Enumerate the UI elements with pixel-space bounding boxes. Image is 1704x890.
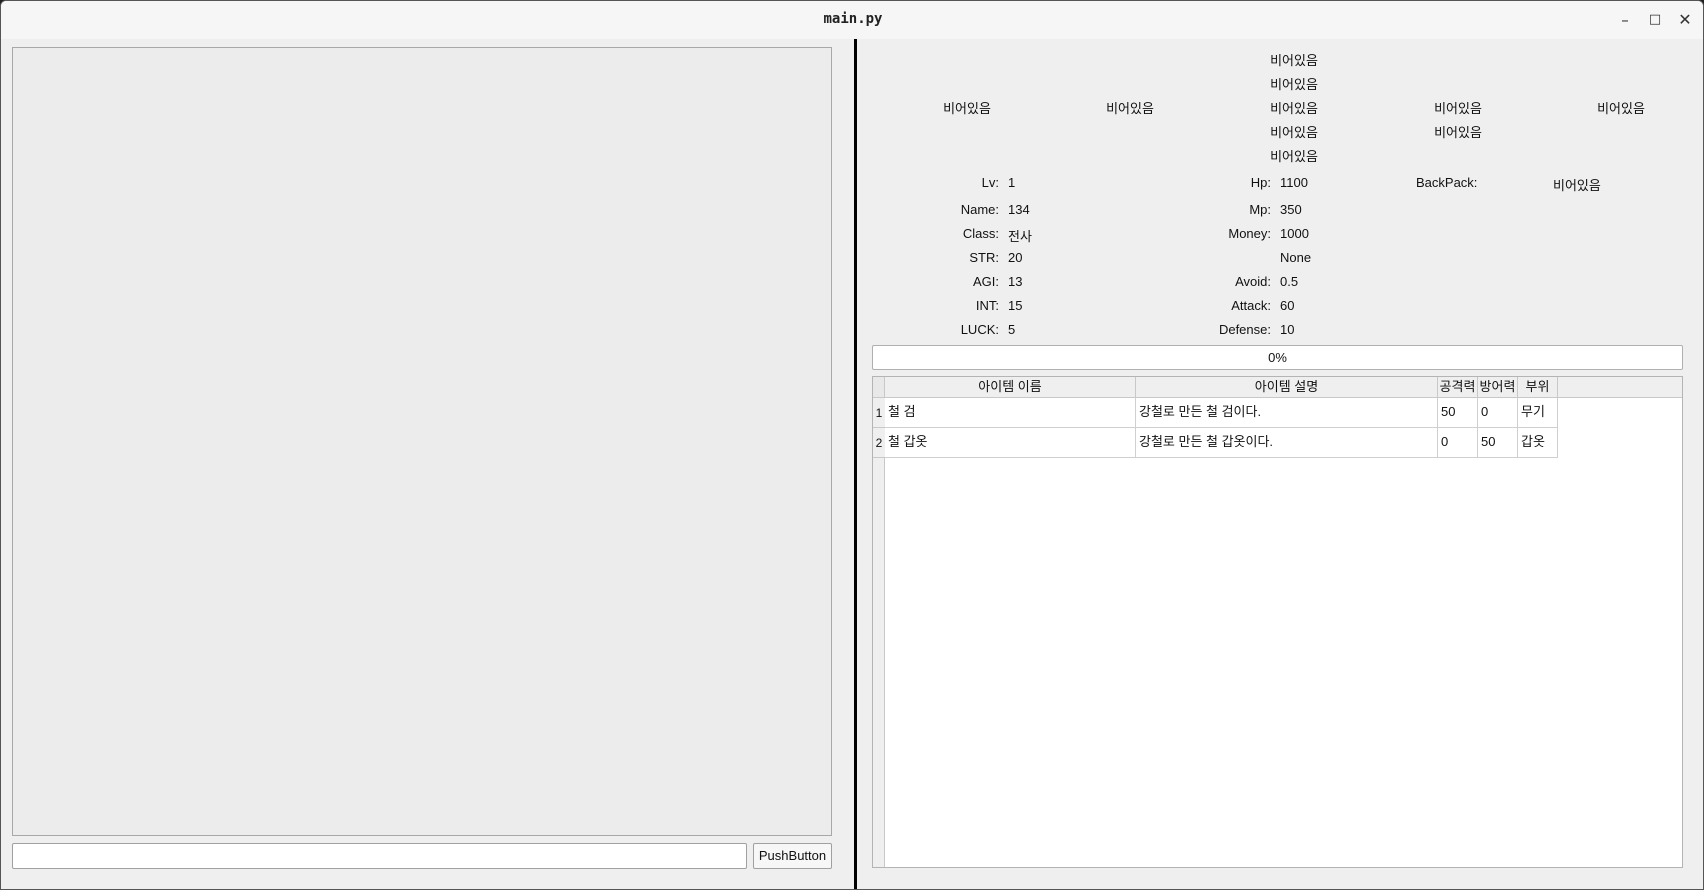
equip-slot-3c: 비어있음 [1270,101,1318,116]
items-table[interactable]: 아이템 이름 아이템 설명 공격력 방어력 부위 1 철 검 강철로 만든 철 … [872,376,1683,868]
attack-value: 60 [1280,298,1295,313]
backpack-label: BackPack: [1416,175,1478,190]
row-header-column [873,398,885,867]
table-cell[interactable]: 0 [1438,428,1478,458]
left-pane: PushButton [1,39,854,889]
lv-label: Lv: [981,175,999,190]
row-header[interactable]: 2 [873,428,885,458]
column-header-item-desc[interactable]: 아이템 설명 [1136,377,1438,398]
name-label: Name: [960,202,999,217]
money-value: 1000 [1280,226,1309,241]
equip-slot-2: 비어있음 [1106,101,1154,116]
equip-slot-3a: 비어있음 [1270,53,1318,68]
equip-slot-5: 비어있음 [1597,101,1645,116]
command-input[interactable] [12,843,747,869]
game-log-view[interactable] [12,47,832,836]
agi-label: AGI: [972,274,999,289]
equip-slot-4b: 비어있음 [1434,125,1482,140]
int-value: 15 [1008,298,1023,313]
backpack-value: 비어있음 [1553,178,1601,193]
money-label: Money: [1228,226,1271,241]
maximize-icon[interactable]: □ [1643,9,1667,31]
mp-label: Mp: [1249,202,1271,217]
column-header-slot[interactable]: 부위 [1518,377,1558,398]
table-cell[interactable]: 무기 [1518,398,1558,428]
row-header[interactable]: 1 [873,398,885,428]
defense-value: 10 [1280,322,1295,337]
hp-label: Hp: [1250,175,1271,190]
header-filler [1558,377,1682,398]
int-label: INT: [975,298,999,313]
luck-label: LUCK: [960,322,999,337]
avoid-value: 0.5 [1280,274,1299,289]
extra-value: None [1280,250,1312,265]
table-cell[interactable]: 철 갑옷 [885,428,1136,458]
close-icon[interactable]: ✕ [1673,9,1697,31]
hp-value: 1100 [1280,175,1308,190]
lv-value: 1 [1008,175,1016,190]
character-panel: 비어있음 비어있음 비어있음 비어있음 비어있음 비어있음 비어있음 비어있음 … [857,39,1703,889]
exp-progress-bar: 0% [872,345,1683,370]
agi-value: 13 [1008,274,1023,289]
equip-slot-1: 비어있음 [943,101,991,116]
luck-value: 5 [1008,322,1016,337]
avoid-label: Avoid: [1235,274,1271,289]
defense-label: Defense: [1218,322,1271,337]
table-cell[interactable]: 철 검 [885,398,1136,428]
class-value: 전사 [1008,229,1032,244]
table-cell[interactable]: 갑옷 [1518,428,1558,458]
str-value: 20 [1008,250,1023,265]
name-value: 134 [1008,202,1030,217]
equip-slot-3e: 비어있음 [1270,149,1318,164]
column-header-item-name[interactable]: 아이템 이름 [885,377,1136,398]
table-corner-button[interactable] [873,377,885,398]
title-bar: main.py – □ ✕ [1,1,1703,40]
table-cell[interactable]: 강철로 만든 철 검이다. [1136,398,1438,428]
app-window: main.py – □ ✕ PushButton 비어있음 비어있음 비어있음 … [0,0,1704,890]
equip-slot-4a: 비어있음 [1434,101,1482,116]
column-header-defense[interactable]: 방어력 [1478,377,1518,398]
column-header-attack[interactable]: 공격력 [1438,377,1478,398]
table-cell[interactable]: 0 [1478,398,1518,428]
table-cell[interactable]: 50 [1438,398,1478,428]
equip-slot-3b: 비어있음 [1270,77,1318,92]
equip-slot-3d: 비어있음 [1270,125,1318,140]
mp-value: 350 [1280,202,1302,217]
class-label: Class: [962,226,999,241]
str-label: STR: [969,250,999,265]
window-title: main.py [823,11,883,27]
table-cell[interactable]: 강철로 만든 철 갑옷이다. [1136,428,1438,458]
push-button[interactable]: PushButton [753,843,832,869]
minimize-icon[interactable]: – [1613,9,1637,31]
table-cell[interactable]: 50 [1478,428,1518,458]
attack-label: Attack: [1231,298,1271,313]
